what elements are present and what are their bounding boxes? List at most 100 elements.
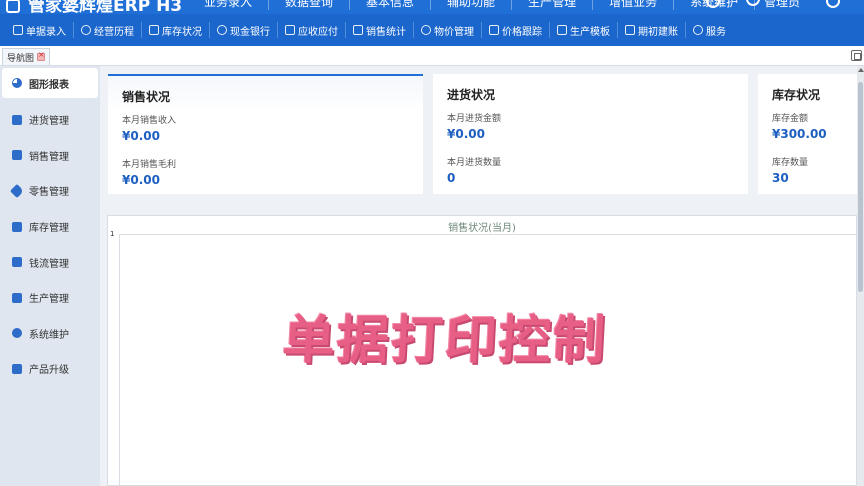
chart-edit-icon	[353, 25, 363, 35]
toolbar-label: 应收应付	[298, 26, 338, 38]
sidebar-item-inventory[interactable]: 库存管理	[0, 209, 100, 245]
toolbar-label: 销售统计	[366, 26, 406, 38]
check-circle-icon	[81, 25, 91, 35]
chart-gridline	[119, 234, 857, 235]
toolbar-item-opening-accounts[interactable]: 期初建账	[618, 22, 686, 38]
sidebar-item-graphic-reports[interactable]: 图形报表	[2, 68, 98, 98]
monthly-sales-revenue-value: ¥0.00	[122, 129, 160, 143]
box-icon	[149, 25, 159, 35]
toolbar-label: 单据录入	[26, 26, 66, 38]
scroll-thumb[interactable]	[858, 82, 863, 292]
template-icon	[557, 25, 567, 35]
toolbar-item-production-template[interactable]: 生产模板	[550, 22, 618, 38]
help-icon	[693, 25, 703, 35]
menu-item[interactable]: 生产管理	[512, 0, 594, 10]
inventory-quantity-label: 库存数量	[772, 158, 809, 168]
logo-icon	[6, 0, 20, 13]
sidebar-item-label: 零售管理	[29, 187, 69, 199]
tab-label: 导航图	[7, 53, 35, 64]
basket-icon	[12, 114, 22, 125]
menu-item[interactable]: 业务录入	[188, 0, 270, 10]
user-icon	[746, 0, 761, 6]
app-name: 管家婆辉煌ERP H3	[28, 0, 183, 14]
edit-icon	[13, 25, 23, 35]
sidebar-item-label: 图形报表	[29, 79, 69, 91]
menu-item[interactable]: 数据查询	[269, 0, 351, 10]
toolbar-label: 期初建账	[638, 26, 678, 38]
chart-y-tick-label: 1	[110, 230, 115, 238]
toolbar-label: 生产模板	[570, 26, 610, 38]
inventory-amount-label: 库存金额	[772, 114, 809, 124]
toolbar-item-inventory-status[interactable]: 库存状况	[142, 22, 210, 38]
yuan-icon	[12, 257, 22, 268]
inventory-amount-value: ¥300.00	[772, 127, 827, 141]
sidebar-item-label: 系统维护	[29, 329, 69, 341]
target-icon	[489, 25, 499, 35]
sales-status-card[interactable]: 销售状况 本月销售收入 ¥0.00 本月销售毛利 ¥0.00	[108, 74, 423, 194]
sidebar-item-product-upgrade[interactable]: 产品升级	[0, 351, 100, 387]
chart-y-axis	[119, 234, 120, 486]
power-icon[interactable]	[826, 0, 840, 8]
card-title: 销售状况	[122, 90, 171, 104]
monthly-sales-revenue-label: 本月销售收入	[122, 116, 177, 126]
toolbar-item-sales-stats[interactable]: 销售统计	[346, 22, 414, 38]
pie-chart-icon	[12, 78, 22, 88]
monthly-gross-profit-value: ¥0.00	[122, 173, 160, 187]
main-menu: 业务录入 数据查询 基本信息 辅助功能 生产管理 增值业务 系统维护	[188, 0, 756, 10]
sidebar-item-system-maintenance[interactable]: 系统维护	[0, 316, 100, 352]
sidebar-item-purchase[interactable]: 进货管理	[0, 102, 100, 138]
sidebar-item-label: 生产管理	[29, 294, 69, 306]
gear-icon	[12, 328, 22, 339]
toolbar-label: 服务	[706, 26, 726, 38]
card-title: 库存状况	[772, 88, 821, 102]
toolbar-item-business-history[interactable]: 经营历程	[74, 22, 142, 38]
warehouse-icon	[12, 221, 22, 232]
overlay-caption: 单据打印控制	[281, 311, 609, 371]
upgrade-icon	[12, 363, 22, 374]
sidebar-item-label: 钱流管理	[29, 258, 69, 270]
toolbar-item-price-tracking[interactable]: 价格跟踪	[482, 22, 550, 38]
sidebar-item-label: 进货管理	[29, 116, 69, 128]
monthly-purchase-amount-label: 本月进货金额	[447, 114, 502, 124]
restore-window-icon[interactable]	[851, 50, 862, 61]
sidebar-item-cash-flow[interactable]: 钱流管理	[0, 244, 100, 280]
user-menu[interactable]: 管理员	[746, 0, 800, 10]
vertical-scrollbar[interactable]	[857, 66, 864, 486]
menu-item[interactable]: 增值业务	[593, 0, 675, 10]
menu-item[interactable]: 辅助功能	[431, 0, 513, 10]
money-icon	[285, 25, 295, 35]
toolbar-item-document-entry[interactable]: 单据录入	[6, 22, 74, 38]
monthly-purchase-amount-value: ¥0.00	[447, 127, 485, 141]
toolbar-label: 现金银行	[230, 26, 270, 38]
toolbar-item-receivables-payables[interactable]: 应收应付	[278, 22, 346, 38]
menu-item[interactable]: 基本信息	[350, 0, 432, 10]
sidebar-item-label: 产品升级	[29, 365, 69, 377]
quick-toolbar: 单据录入 经营历程 库存状况 现金银行 应收应付 销售统计 物价管理 价格跟踪 …	[0, 14, 864, 46]
chart-title: 销售状况(当月)	[448, 223, 516, 234]
toolbar-label: 经营历程	[94, 26, 134, 38]
sidebar-item-label: 库存管理	[29, 223, 69, 235]
bell-icon[interactable]	[706, 0, 721, 8]
bar-chart-icon	[12, 150, 22, 161]
coin-icon	[217, 25, 227, 35]
monthly-gross-profit-label: 本月销售毛利	[122, 160, 177, 170]
tag-icon	[9, 183, 25, 199]
toolbar-label: 库存状况	[162, 26, 202, 38]
user-label: 管理员	[763, 0, 800, 9]
toolbar-item-cash-bank[interactable]: 现金银行	[210, 22, 278, 38]
sidebar-item-retail[interactable]: 零售管理	[0, 173, 100, 209]
sidebar-item-production[interactable]: 生产管理	[0, 280, 100, 316]
purchase-status-card[interactable]: 进货状况 本月进货金额 ¥0.00 本月进货数量 0	[433, 74, 748, 194]
inventory-status-card[interactable]: 库存状况 库存金额 ¥300.00 库存数量 30	[758, 74, 864, 194]
toolbar-item-service[interactable]: 服务	[686, 22, 733, 38]
scroll-up-icon[interactable]	[858, 68, 864, 72]
tab-navigation-map[interactable]: 导航图	[2, 48, 51, 65]
monthly-purchase-quantity-value: 0	[447, 171, 456, 185]
close-icon[interactable]	[37, 50, 46, 61]
app-header: 管家婆辉煌ERP H3 业务录入 数据查询 基本信息 辅助功能 生产管理 增值业…	[0, 0, 864, 14]
price-icon	[421, 25, 431, 35]
sidebar-item-sales[interactable]: 销售管理	[0, 138, 100, 174]
sidebar-nav: 图形报表 进货管理 销售管理 零售管理 库存管理 钱流管理 生产管理 系统维护 …	[0, 66, 100, 486]
card-title: 进货状况	[447, 88, 496, 102]
toolbar-item-price-management[interactable]: 物价管理	[414, 22, 482, 38]
